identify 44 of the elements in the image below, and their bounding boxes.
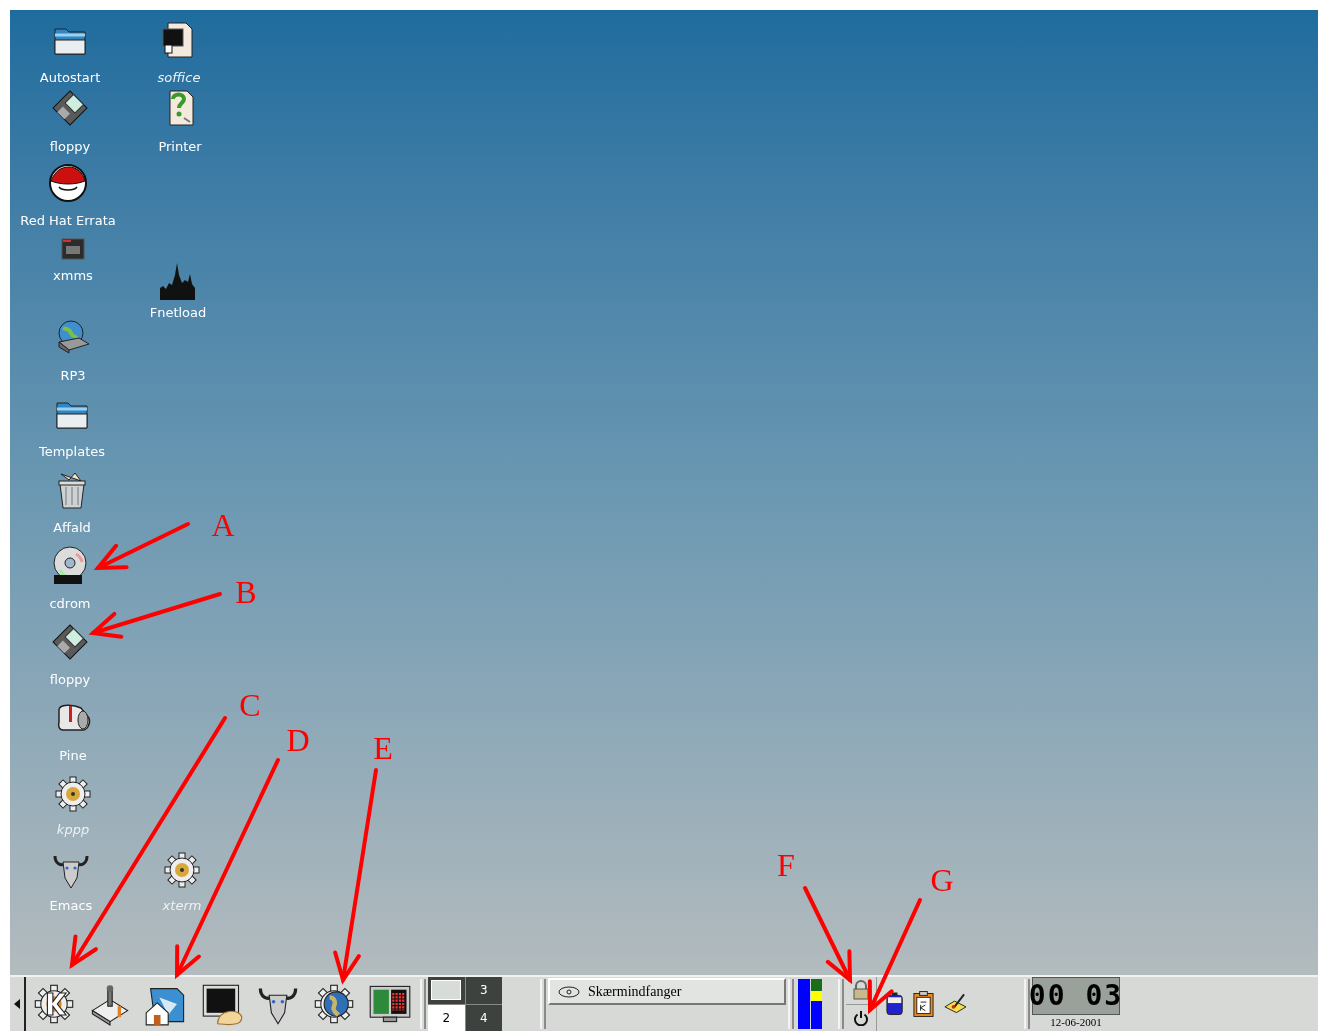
desktop-icon-label[interactable]: xmms bbox=[53, 268, 93, 284]
web-browser-icon bbox=[312, 982, 356, 1026]
annotation-letter: C bbox=[239, 689, 261, 721]
desktop-icon-label[interactable]: Emacs bbox=[49, 898, 93, 914]
window-thumbnail bbox=[431, 980, 462, 1001]
pager-desktop[interactable]: 2 bbox=[428, 1004, 465, 1031]
annotation-letter: B bbox=[235, 576, 257, 608]
padlock-icon bbox=[852, 980, 870, 1001]
eye-icon bbox=[558, 985, 580, 998]
clipboard-icon[interactable] bbox=[912, 990, 936, 1018]
power-icon bbox=[853, 1009, 869, 1026]
clock-time: 00 03 bbox=[1032, 977, 1120, 1015]
desktop-icon-label[interactable]: floppy bbox=[49, 672, 91, 688]
gear-icon[interactable] bbox=[53, 774, 93, 814]
left-arrow-icon bbox=[14, 999, 20, 1009]
desktop-icon-label[interactable]: RP3 bbox=[60, 368, 86, 384]
annotation-letter: E bbox=[373, 732, 393, 764]
annotation-letter: A bbox=[211, 509, 235, 541]
clock-date: 12-06-2001 bbox=[1050, 1015, 1102, 1029]
battery-icon[interactable] bbox=[885, 991, 905, 1017]
control-center-icon bbox=[88, 982, 132, 1026]
desktop-icon-label[interactable]: floppy bbox=[49, 139, 91, 155]
paintbrush-icon[interactable] bbox=[943, 993, 968, 1015]
k-menu-icon bbox=[32, 982, 76, 1026]
cdrom-icon[interactable] bbox=[50, 546, 90, 586]
gear-icon[interactable] bbox=[162, 850, 202, 890]
cpu-load-drawing bbox=[798, 979, 824, 1029]
desktop-icon-label[interactable]: Pine bbox=[59, 748, 87, 764]
desktop-icon-label[interactable]: Autostart bbox=[39, 70, 101, 86]
pager-desktop[interactable]: 4 bbox=[465, 1004, 502, 1031]
terminal-icon bbox=[200, 982, 244, 1026]
desktop-icon-label[interactable]: Templates bbox=[38, 444, 106, 460]
annotation-letter: G bbox=[930, 864, 954, 896]
pager-desktop[interactable]: 3 bbox=[465, 977, 502, 1004]
annotation-letter: F bbox=[777, 849, 795, 881]
desktop-icon-label[interactable]: Printer bbox=[158, 139, 202, 155]
desktop-icon-label[interactable]: cdrom bbox=[49, 596, 91, 612]
task-button[interactable]: Skærmindfanger bbox=[548, 978, 786, 1005]
desktop-icon-label[interactable]: Fnetload bbox=[149, 305, 207, 321]
desktop-icon-label[interactable]: Affald bbox=[53, 520, 91, 536]
desktop-icon-label[interactable]: soffice bbox=[157, 70, 201, 86]
desktop-icon-label[interactable]: Red Hat Errata bbox=[20, 213, 116, 229]
annotation-letter: D bbox=[286, 724, 310, 756]
pager-desktop[interactable] bbox=[428, 977, 465, 1004]
